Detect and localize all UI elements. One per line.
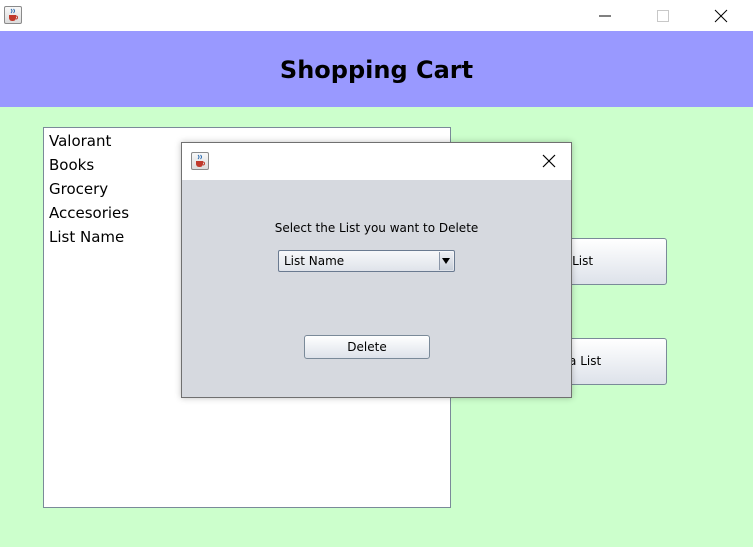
delete-list-dialog: Select the List you want to Delete List … [181, 142, 572, 398]
close-window-button[interactable] [692, 0, 750, 31]
combobox-dropdown-button[interactable] [439, 252, 453, 270]
combobox-value: List Name [284, 254, 345, 268]
minimize-button[interactable] [576, 0, 634, 31]
maximize-icon [657, 10, 669, 22]
list-item[interactable]: Books [49, 153, 94, 177]
dialog-close-button[interactable] [527, 143, 571, 180]
java-cup-icon [4, 6, 22, 24]
header-banner: Shopping Cart [0, 31, 753, 107]
list-item[interactable]: Accesories [49, 201, 129, 225]
dialog-prompt: Select the List you want to Delete [274, 221, 479, 235]
delete-button[interactable]: Delete [304, 335, 430, 359]
java-cup-icon [191, 152, 209, 170]
window-titlebar [0, 0, 753, 31]
minimize-icon [599, 15, 611, 17]
close-icon [714, 9, 728, 23]
list-item[interactable]: List Name [49, 225, 124, 249]
chevron-down-icon [442, 258, 450, 264]
list-item[interactable]: Valorant [49, 129, 111, 153]
maximize-button[interactable] [634, 0, 692, 31]
page-title: Shopping Cart [279, 56, 474, 84]
list-item[interactable]: Grocery [49, 177, 108, 201]
list-select-combobox[interactable]: List Name [278, 250, 455, 272]
close-icon [542, 154, 556, 168]
dialog-titlebar [182, 143, 571, 180]
